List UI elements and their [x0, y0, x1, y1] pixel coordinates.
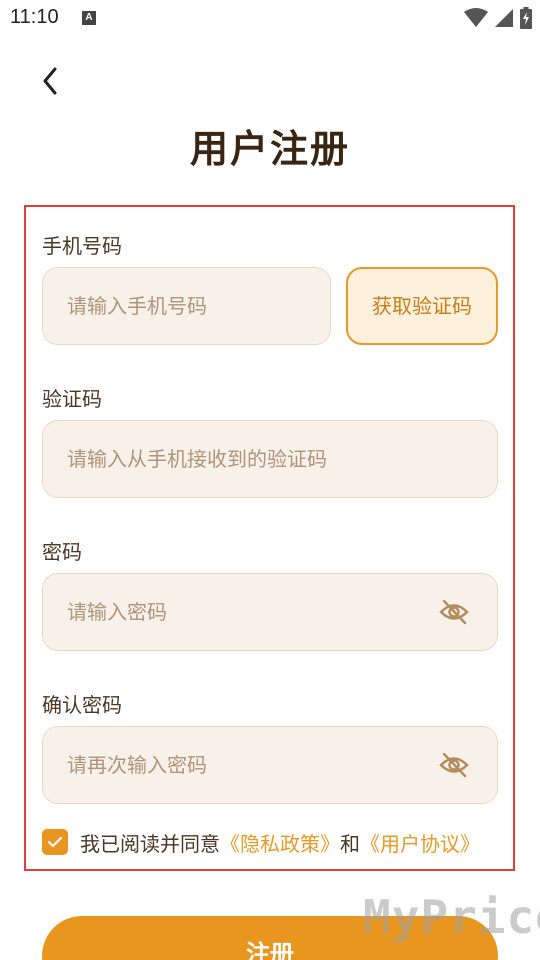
- user-agreement-link[interactable]: 《用户协议》: [360, 832, 480, 856]
- password-input[interactable]: 请输入密码: [42, 573, 498, 651]
- confirm-password-label: 确认密码: [42, 693, 122, 717]
- phone-input[interactable]: 请输入手机号码: [42, 267, 331, 345]
- battery-charging-icon: [520, 7, 532, 29]
- agreement-conjunction: 和: [340, 831, 360, 856]
- watermark: MyPrice: [363, 890, 540, 952]
- back-button[interactable]: [34, 64, 66, 98]
- phone-placeholder: 请输入手机号码: [67, 294, 207, 318]
- checkmark-icon: [47, 836, 63, 848]
- status-icons: [464, 7, 532, 29]
- password-label: 密码: [42, 540, 82, 564]
- code-label: 验证码: [42, 387, 102, 411]
- code-input[interactable]: 请输入从手机接收到的验证码: [42, 420, 498, 498]
- wifi-icon: [464, 8, 488, 27]
- eye-off-icon[interactable]: [439, 598, 469, 626]
- agreement-row: 我已阅读并同意《隐私政策》和《用户协议》: [42, 828, 480, 856]
- status-bar: 11:10 A: [0, 0, 540, 36]
- page-title: 用户注册: [189, 127, 350, 171]
- privacy-policy-link[interactable]: 《隐私政策》: [220, 832, 340, 856]
- notification-a-icon: A: [82, 11, 96, 25]
- status-time: 11:10: [10, 6, 59, 28]
- password-placeholder: 请输入密码: [67, 600, 167, 624]
- phone-label: 手机号码: [42, 234, 122, 258]
- confirm-password-placeholder: 请再次输入密码: [67, 753, 207, 777]
- agreement-prefix: 我已阅读并同意: [80, 831, 220, 856]
- signal-icon: [495, 9, 513, 27]
- eye-off-icon[interactable]: [439, 751, 469, 779]
- get-code-button[interactable]: 获取验证码: [346, 267, 498, 345]
- confirm-password-input[interactable]: 请再次输入密码: [42, 726, 498, 804]
- agreement-checkbox[interactable]: [42, 829, 68, 855]
- chevron-left-icon: [43, 67, 57, 95]
- watermark-text: MyPrice: [363, 890, 540, 944]
- agreement-text: 我已阅读并同意《隐私政策》和《用户协议》: [80, 828, 480, 857]
- code-placeholder: 请输入从手机接收到的验证码: [67, 447, 327, 471]
